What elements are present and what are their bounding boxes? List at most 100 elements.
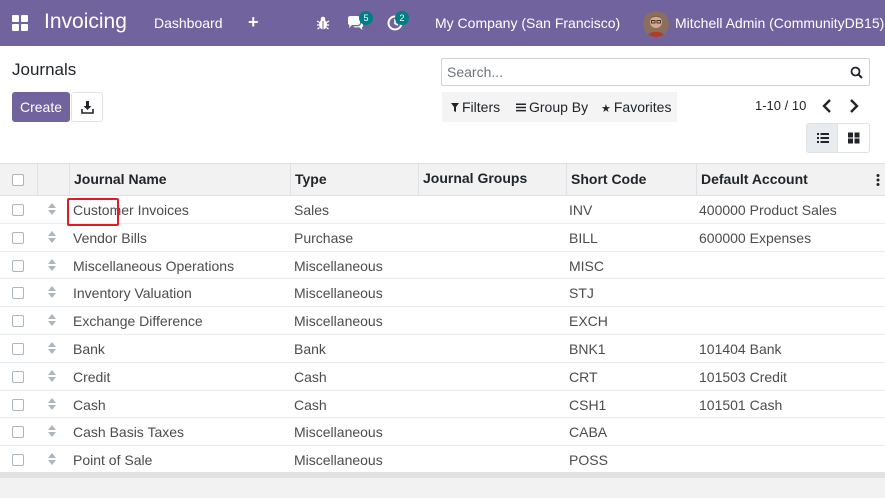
cell-default-account: 101501 Cash <box>699 396 783 413</box>
view-switcher <box>806 123 870 153</box>
favorites-label: Favorites <box>613 99 672 115</box>
cell-short-code: CSH1 <box>569 396 607 413</box>
top-navbar: Invoicing Dashboard + 5 2 My Company (Sa… <box>0 0 885 46</box>
chat-count-badge: 5 <box>359 11 373 25</box>
chevron-left-icon[interactable] <box>820 97 834 115</box>
cell-type: Purchase <box>294 229 354 246</box>
optional-columns-icon[interactable] <box>875 173 881 187</box>
company-switcher[interactable]: My Company (San Francisco) <box>435 15 620 31</box>
user-menu[interactable]: Mitchell Admin (CommunityDB15) <box>675 15 884 31</box>
drag-handle-icon[interactable] <box>47 230 57 244</box>
drag-handle-icon[interactable] <box>47 341 57 355</box>
create-button[interactable]: Create <box>12 92 70 122</box>
column-journal-groups[interactable]: Journal Groups <box>418 164 566 195</box>
cell-short-code: EXCH <box>569 313 608 330</box>
drag-handle-icon[interactable] <box>47 313 57 327</box>
page-title: Journals <box>12 60 77 79</box>
table-row[interactable]: Exchange Difference Miscellaneous EXCH <box>0 307 885 335</box>
column-default-account[interactable]: Default Account <box>696 164 885 195</box>
row-checkbox[interactable] <box>12 398 24 411</box>
pager-value[interactable]: 1-10 / 10 <box>755 98 806 114</box>
table-row[interactable]: Vendor Bills Purchase BILL 600000 Expenses <box>0 224 885 252</box>
drag-handle-icon[interactable] <box>47 369 57 383</box>
drag-handle-icon[interactable] <box>47 397 57 411</box>
column-type[interactable]: Type <box>290 164 418 195</box>
list-view-icon <box>817 133 829 143</box>
row-checkbox[interactable] <box>12 426 24 439</box>
apps-menu-icon[interactable] <box>12 15 28 31</box>
table-row[interactable]: Miscellaneous Operations Miscellaneous MIS… <box>0 252 885 280</box>
cell-journal-name[interactable]: Cash Basis Taxes <box>73 424 184 440</box>
cell-type: Cash <box>294 396 327 413</box>
table-row[interactable]: Cash Basis Taxes Miscellaneous CABA <box>0 418 885 447</box>
table-row[interactable]: Credit Cash CRT 101503 Credit <box>0 363 885 391</box>
search-input[interactable] <box>447 63 837 81</box>
header-handle-cell <box>37 164 69 195</box>
cell-type: Sales <box>294 202 330 218</box>
cell-short-code: STJ <box>569 285 594 302</box>
favorites-button[interactable]: ★ Favorites <box>601 99 671 117</box>
cell-journal-name[interactable]: Credit <box>73 369 110 385</box>
cell-journal-name[interactable]: Vendor Bills <box>73 230 147 246</box>
table-row[interactable]: Point of Sale Miscellaneous POSS <box>0 446 885 474</box>
cell-default-account: 101404 Bank <box>699 340 782 357</box>
cell-journal-name[interactable]: Bank <box>73 341 105 357</box>
cell-type: Miscellaneous <box>294 424 383 441</box>
cell-short-code: BNK1 <box>569 340 606 357</box>
row-checkbox[interactable] <box>12 231 24 244</box>
column-short-code[interactable]: Short Code <box>566 164 696 195</box>
cell-journal-name[interactable]: Exchange Difference <box>73 313 203 329</box>
table-row[interactable]: Inventory Valuation Miscellaneous STJ <box>0 279 885 308</box>
drag-handle-icon[interactable] <box>47 452 57 466</box>
search-icon[interactable] <box>850 66 863 79</box>
table-row[interactable]: Cash Cash CSH1 101501 Cash <box>0 391 885 419</box>
add-menu-icon[interactable]: + <box>248 12 259 32</box>
group-by-label: Group By <box>529 99 589 115</box>
selection-highlight-box <box>67 198 119 226</box>
export-button[interactable] <box>71 92 103 122</box>
table-row[interactable]: Customer Invoices Sales INV 400000 Product … <box>0 196 885 224</box>
bug-icon[interactable] <box>316 15 330 31</box>
group-by-button[interactable]: Group By <box>516 99 588 115</box>
cell-default-account: 101503 Credit <box>699 368 787 385</box>
app-name[interactable]: Invoicing <box>44 9 127 35</box>
user-avatar[interactable] <box>643 11 669 37</box>
row-checkbox[interactable] <box>12 204 24 216</box>
table-body: Customer Invoices Sales INV 400000 Product … <box>0 196 885 474</box>
cell-type: Miscellaneous <box>294 285 383 302</box>
drag-handle-icon[interactable] <box>47 285 57 299</box>
cell-type: Miscellaneous <box>294 313 383 330</box>
row-checkbox[interactable] <box>12 370 24 383</box>
list-view-button[interactable] <box>806 123 838 153</box>
cell-short-code: BILL <box>569 229 598 246</box>
filters-button[interactable]: Filters <box>451 99 500 115</box>
activity-count-badge: 2 <box>395 11 409 25</box>
drag-handle-icon[interactable] <box>47 424 57 438</box>
cell-journal-name[interactable]: Cash <box>73 397 106 413</box>
cell-type: Miscellaneous <box>294 452 383 469</box>
row-checkbox[interactable] <box>12 287 24 300</box>
cell-type: Miscellaneous <box>294 257 383 274</box>
select-all-checkbox[interactable] <box>12 174 24 186</box>
menu-dashboard[interactable]: Dashboard <box>154 15 223 31</box>
cell-journal-name[interactable]: Point of Sale <box>73 452 152 468</box>
drag-handle-icon[interactable] <box>47 258 57 272</box>
row-checkbox[interactable] <box>12 342 24 355</box>
row-checkbox[interactable] <box>12 315 24 328</box>
cell-journal-name[interactable]: Miscellaneous Operations <box>73 258 234 274</box>
filters-label: Filters <box>462 99 501 115</box>
kanban-view-button[interactable] <box>838 123 870 153</box>
column-journal-name[interactable]: Journal Name <box>69 164 290 195</box>
header-select-cell <box>0 164 37 195</box>
search-box <box>441 58 870 86</box>
row-checkbox[interactable] <box>12 454 24 467</box>
drag-handle-icon[interactable] <box>47 202 57 216</box>
cell-type: Cash <box>294 368 327 385</box>
table-footer <box>0 472 885 498</box>
cell-default-account: 400000 Product Sales <box>699 202 837 218</box>
cell-short-code: CABA <box>569 424 608 441</box>
table-row[interactable]: Bank Bank BNK1 101404 Bank <box>0 335 885 363</box>
row-checkbox[interactable] <box>12 259 24 272</box>
chevron-right-icon[interactable] <box>847 97 861 115</box>
cell-journal-name[interactable]: Inventory Valuation <box>73 285 192 301</box>
